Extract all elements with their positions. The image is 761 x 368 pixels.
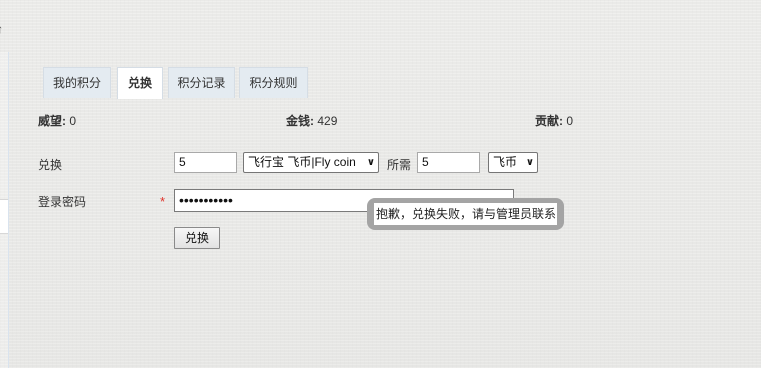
exchange-submit-button[interactable]: 兑换	[174, 227, 220, 249]
tab-my-points[interactable]: 我的积分	[43, 67, 111, 98]
prestige-value: 0	[69, 114, 77, 128]
points-summary: 威望: 0 金钱: 429 贡献: 0	[0, 112, 761, 128]
contribution-label: 贡献:	[535, 114, 563, 128]
error-message: 抱歉，兑换失败，请与管理员联系	[374, 203, 557, 225]
contribution-stat: 贡献: 0	[535, 112, 573, 129]
tab-exchange[interactable]: 兑换	[117, 67, 163, 99]
unit-select-value: 飞币	[493, 155, 518, 169]
tab-points-rules[interactable]: 积分规则	[239, 67, 308, 98]
required-amount-input[interactable]: 5	[417, 152, 480, 173]
currency-select-value: 飞行宝 飞币|Fly coin	[248, 155, 356, 169]
arrow-icon[interactable]: ↑	[0, 22, 3, 36]
exchange-label: 兑换	[38, 158, 63, 172]
contribution-value: 0	[566, 114, 574, 128]
exchange-amount-input[interactable]: 5	[174, 152, 237, 173]
money-stat: 金钱: 429	[286, 112, 337, 129]
page-background	[0, 0, 761, 368]
money-value: 429	[317, 114, 338, 128]
currency-select[interactable]: 飞行宝 飞币|Fly coin ∨	[243, 152, 379, 173]
required-asterisk: *	[160, 194, 166, 209]
money-label: 金钱:	[286, 114, 314, 128]
error-tooltip: 抱歉，兑换失败，请与管理员联系	[367, 198, 564, 230]
tab-points-log[interactable]: 积分记录	[168, 67, 235, 98]
unit-select[interactable]: 飞币 ∨	[488, 152, 538, 173]
required-amount-label: 所需	[387, 158, 412, 172]
prestige-label: 威望:	[38, 114, 66, 128]
prestige-stat: 威望: 0	[38, 112, 76, 129]
password-label: 登录密码	[38, 195, 87, 209]
chevron-down-icon: ∨	[525, 157, 534, 168]
sidebar-selected-item[interactable]	[0, 199, 8, 234]
chevron-down-icon: ∨	[366, 157, 375, 168]
